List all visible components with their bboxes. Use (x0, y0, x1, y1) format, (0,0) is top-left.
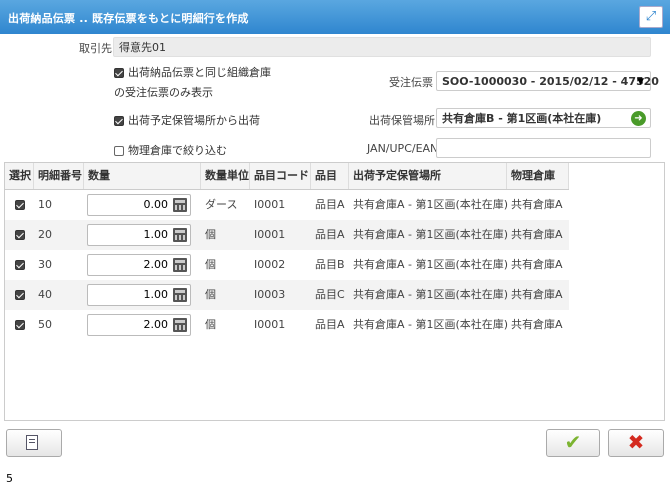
filter-physical-label: 物理倉庫で絞り込む (128, 144, 227, 157)
close-icon: ✖ (627, 430, 645, 454)
dialog-title: 出荷納品伝票 .. 既存伝票をもとに明細行を作成 (8, 12, 249, 25)
document-icon (26, 435, 38, 450)
quantity-input[interactable]: 1.00 (87, 284, 191, 306)
customer-field: 得意先01 (113, 37, 651, 57)
quantity-value: 1.00 (143, 288, 169, 301)
cell-item: 品目A (315, 318, 345, 331)
cell-uom: ダース (205, 198, 238, 211)
same-org-check-icon[interactable] (114, 68, 124, 78)
cell-warehouse: 共有倉庫A (511, 258, 563, 271)
same-org-checkbox[interactable]: 出荷納品伝票と同じ組織倉庫 (114, 64, 271, 80)
col-line-number[interactable]: 明細番号 (34, 163, 84, 189)
go-arrow-icon[interactable]: ➜ (631, 111, 646, 126)
cell-line: 30 (38, 258, 52, 271)
cell-location: 共有倉庫A - 第1区画(本社在庫) (353, 318, 509, 331)
calculator-icon[interactable] (173, 318, 187, 332)
quantity-input[interactable]: 2.00 (87, 314, 191, 336)
cell-uom: 個 (205, 228, 216, 241)
cell-item: 品目A (315, 228, 345, 241)
cell-line: 50 (38, 318, 52, 331)
col-quantity[interactable]: 数量 (84, 163, 201, 189)
quantity-input[interactable]: 1.00 (87, 224, 191, 246)
order-label: 受注伝票 (389, 76, 433, 89)
cell-item: 品目B (315, 258, 345, 271)
col-select[interactable]: 選択 (5, 163, 34, 189)
col-item[interactable]: 品目 (311, 163, 349, 189)
table-row[interactable]: 50 2.00 個 I0001 品目A 共有倉庫A - 第1区画(本社在庫) 共… (5, 310, 569, 340)
table-row[interactable]: 20 1.00 個 I0001 品目A 共有倉庫A - 第1区画(本社在庫) 共… (5, 220, 569, 250)
customer-label: 取引先 (79, 42, 112, 55)
ship-from-planned-label: 出荷予定保管場所から出荷 (128, 114, 260, 127)
table-row[interactable]: 40 1.00 個 I0003 品目C 共有倉庫A - 第1区画(本社在庫) 共… (5, 280, 569, 310)
filter-physical-check-icon[interactable] (114, 146, 124, 156)
same-org-label-1: 出荷納品伝票と同じ組織倉庫 (128, 66, 271, 79)
cell-uom: 個 (205, 258, 216, 271)
cell-item: 品目A (315, 198, 345, 211)
row-select-checkbox[interactable] (15, 260, 25, 270)
ship-from-planned-checkbox[interactable]: 出荷予定保管場所から出荷 (114, 112, 260, 128)
cell-warehouse: 共有倉庫A (511, 288, 563, 301)
dialog-titlebar: 出荷納品伝票 .. 既存伝票をもとに明細行を作成 ⤢ (0, 0, 670, 34)
same-org-label-2: の受注伝票のみ表示 (114, 86, 213, 99)
cell-item-code: I0001 (254, 198, 286, 211)
row-select-checkbox[interactable] (15, 230, 25, 240)
cell-item: 品目C (315, 288, 345, 301)
report-button[interactable] (6, 429, 62, 457)
col-physical-warehouse[interactable]: 物理倉庫 (507, 163, 569, 189)
location-value: 共有倉庫B - 第1区画(本社在庫) (442, 112, 602, 125)
table-row[interactable]: 30 2.00 個 I0002 品目B 共有倉庫A - 第1区画(本社在庫) 共… (5, 250, 569, 280)
cell-item-code: I0003 (254, 288, 286, 301)
jan-input[interactable] (436, 138, 651, 158)
chevron-down-icon: ▼ (637, 77, 644, 87)
check-icon: ✔ (564, 430, 582, 454)
cell-uom: 個 (205, 318, 216, 331)
calculator-icon[interactable] (173, 258, 187, 272)
cell-item-code: I0001 (254, 318, 286, 331)
cell-line: 20 (38, 228, 52, 241)
ok-button[interactable]: ✔ (546, 429, 600, 457)
quantity-value: 2.00 (143, 258, 169, 271)
cell-warehouse: 共有倉庫A (511, 198, 563, 211)
cell-warehouse: 共有倉庫A (511, 228, 563, 241)
cell-line: 10 (38, 198, 52, 211)
line-items-grid: 選択 明細番号 数量 数量単位 品目コード 品目 出荷予定保管場所 物理倉庫 1… (4, 162, 665, 421)
cancel-button[interactable]: ✖ (608, 429, 664, 457)
calculator-icon[interactable] (173, 228, 187, 242)
filter-physical-checkbox[interactable]: 物理倉庫で絞り込む (114, 142, 227, 158)
location-label: 出荷保管場所 (369, 114, 435, 127)
location-field[interactable]: 共有倉庫B - 第1区画(本社在庫) ➜ (436, 108, 651, 128)
quantity-value: 0.00 (143, 198, 169, 211)
order-select[interactable]: SOO-1000030 - 2015/02/12 - 47520 ▼ (436, 71, 659, 91)
order-select-value: SOO-1000030 - 2015/02/12 - 47520 (442, 75, 659, 88)
table-row[interactable]: 10 0.00 ダース I0001 品目A 共有倉庫A - 第1区画(本社在庫)… (5, 190, 569, 220)
quantity-input[interactable]: 2.00 (87, 254, 191, 276)
cell-location: 共有倉庫A - 第1区画(本社在庫) (353, 288, 509, 301)
jan-label: JAN/UPC/EAN (367, 142, 439, 155)
record-count: 5 (6, 472, 13, 485)
col-uom[interactable]: 数量単位 (201, 163, 250, 189)
quantity-input[interactable]: 0.00 (87, 194, 191, 216)
calculator-icon[interactable] (173, 198, 187, 212)
cell-location: 共有倉庫A - 第1区画(本社在庫) (353, 228, 509, 241)
cell-warehouse: 共有倉庫A (511, 318, 563, 331)
expand-icon[interactable]: ⤢ (639, 6, 663, 28)
cell-location: 共有倉庫A - 第1区画(本社在庫) (353, 198, 509, 211)
cell-line: 40 (38, 288, 52, 301)
col-item-code[interactable]: 品目コード (250, 163, 311, 189)
cell-item-code: I0002 (254, 258, 286, 271)
cell-uom: 個 (205, 288, 216, 301)
quantity-value: 1.00 (143, 228, 169, 241)
grid-header: 選択 明細番号 数量 数量単位 品目コード 品目 出荷予定保管場所 物理倉庫 (5, 163, 569, 190)
cell-location: 共有倉庫A - 第1区画(本社在庫) (353, 258, 509, 271)
row-select-checkbox[interactable] (15, 290, 25, 300)
ship-from-planned-check-icon[interactable] (114, 116, 124, 126)
row-select-checkbox[interactable] (15, 320, 25, 330)
col-planned-location[interactable]: 出荷予定保管場所 (349, 163, 507, 189)
calculator-icon[interactable] (173, 288, 187, 302)
row-select-checkbox[interactable] (15, 200, 25, 210)
cell-item-code: I0001 (254, 228, 286, 241)
quantity-value: 2.00 (143, 318, 169, 331)
